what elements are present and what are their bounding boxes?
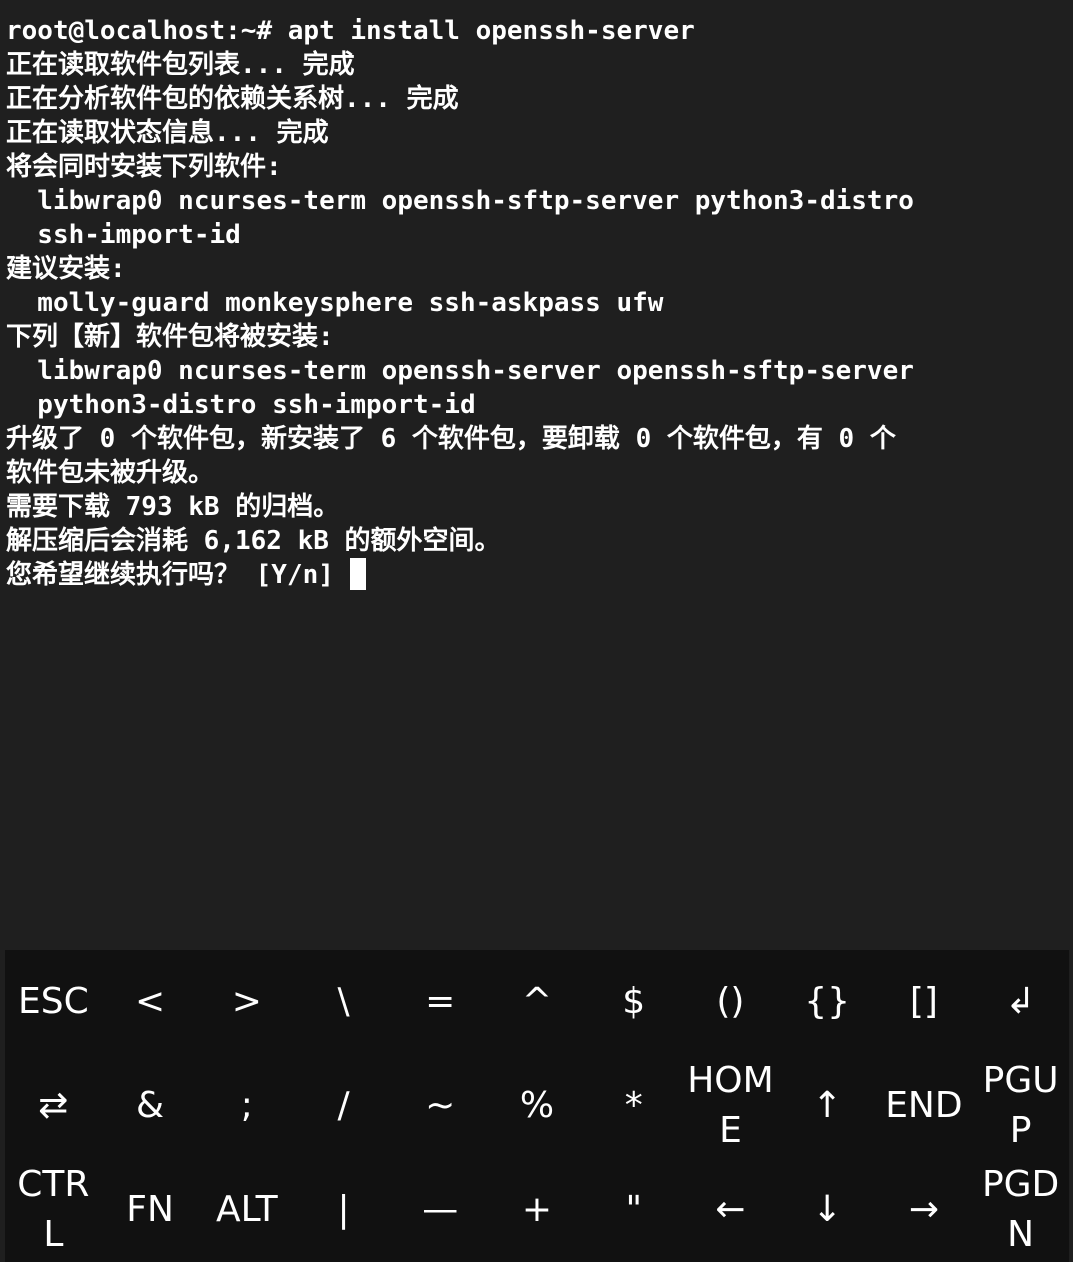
key-ampersand[interactable]: & [102,1054,199,1158]
key-ctrl[interactable]: CTRL [5,1158,102,1262]
key-ampersand-label: & [136,1085,165,1126]
terminal-line: 下列【新】软件包将被安装: [6,322,334,352]
key-asterisk[interactable]: * [585,1054,682,1158]
key-arrow-right[interactable]: → [876,1158,973,1262]
terminal-line: 将会同时安装下列软件: [6,152,282,182]
key-arrow-right-label: → [908,1189,939,1230]
terminal-line: 建议安装: [6,254,126,284]
key-equals[interactable]: = [392,950,489,1054]
key-alt-label: ALT [215,1189,278,1230]
key-semicolon-label: ; [240,1085,253,1126]
key-dollar[interactable]: $ [585,950,682,1054]
text-cursor [349,558,366,590]
key-esc[interactable]: ESC [5,950,102,1054]
key-plus-label: + [521,1189,553,1230]
extra-keys-keyboard: ESC < > \ = ^ $ () {} [] ↲ ⇄ &; / ~% * HOME ↑ END PGUP CTRL F… [5,950,1069,1262]
key-dash[interactable]: — [392,1158,489,1262]
terminal-line: 需要下载 793 kB 的归档。 [6,492,340,522]
key-parentheses-label: () [716,981,745,1022]
terminal-prompt: 您希望继续执行吗？ [Y/n] [6,560,350,590]
terminal-line: libwrap0 ncurses-term openssh-sftp-serve… [6,186,914,216]
key-percent[interactable]: % [489,1054,586,1158]
key-brackets[interactable]: [] [876,950,973,1054]
key-enter-label: ↲ [1005,981,1036,1022]
key-double-quote-label: " [625,1189,642,1230]
key-dollar-label: $ [622,981,646,1022]
key-ctrl-label: CTRL [17,1164,90,1255]
key-double-quote[interactable]: " [585,1158,682,1262]
terminal-output[interactable]: root@localhost:~# apt install openssh-se… [6,14,1066,592]
key-tab-label: ⇄ [38,1085,69,1126]
key-slash[interactable]: / [295,1054,392,1158]
key-dash-label: — [422,1189,459,1230]
terminal-line: root@localhost:~# apt install openssh-se… [6,16,695,46]
key-brackets-label: [] [909,981,938,1022]
key-end-label: END [885,1085,963,1126]
key-semicolon[interactable]: ; [198,1054,295,1158]
terminal-line: 正在读取状态信息... 完成 [6,118,329,148]
key-greater-than-label: > [231,981,262,1022]
key-pipe[interactable]: | [295,1158,392,1262]
key-pipe-label: | [337,1189,350,1230]
key-page-up-label: PGUP [982,1060,1059,1151]
key-tilde[interactable]: ~ [392,1054,489,1158]
key-tab[interactable]: ⇄ [5,1054,102,1158]
key-arrow-up-label: ↑ [812,1085,843,1126]
key-arrow-down-label: ↓ [812,1189,843,1230]
key-fn-label: FN [126,1189,174,1230]
key-page-up[interactable]: PGUP [972,1054,1069,1158]
key-braces[interactable]: {} [779,950,876,1054]
key-equals-label: = [425,981,456,1022]
terminal-line: molly-guard monkeysphere ssh-askpass ufw [6,288,664,318]
terminal-line: libwrap0 ncurses-term openssh-server ope… [6,356,914,386]
key-less-than[interactable]: < [102,950,199,1054]
key-fn[interactable]: FN [102,1158,199,1262]
terminal-line: 正在分析软件包的依赖关系树... 完成 [6,84,459,114]
key-esc-label: ESC [17,981,89,1022]
key-backslash[interactable]: \ [295,950,392,1054]
key-page-down-label: PGDN [981,1164,1060,1255]
terminal-prompt-line[interactable]: 您希望继续执行吗？ [Y/n] [6,558,1066,592]
terminal-line: 升级了 0 个软件包，新安装了 6 个软件包，要卸载 0 个软件包，有 0 个 [6,424,896,454]
key-home-label: HOME [687,1060,774,1151]
key-home[interactable]: HOME [682,1054,779,1158]
key-braces-label: {} [804,981,851,1022]
key-caret-label: ^ [521,981,553,1022]
key-page-down[interactable]: PGDN [972,1158,1069,1262]
key-slash-label: / [337,1085,350,1126]
key-less-than-label: < [135,981,166,1022]
key-tilde-label: ~ [425,1085,456,1126]
terminal-line: 正在读取软件包列表... 完成 [6,50,355,80]
terminal-line: python3-distro ssh-import-id [6,390,476,420]
terminal-line: ssh-import-id [6,220,241,250]
key-parentheses[interactable]: () [682,950,779,1054]
key-end[interactable]: END [876,1054,973,1158]
key-caret[interactable]: ^ [489,950,586,1054]
key-greater-than[interactable]: > [198,950,295,1054]
key-arrow-left[interactable]: ← [682,1158,779,1262]
key-alt[interactable]: ALT [198,1158,295,1262]
key-plus[interactable]: + [489,1158,586,1262]
terminal-line: 解压缩后会消耗 6,162 kB 的额外空间。 [6,526,501,556]
key-arrow-down[interactable]: ↓ [779,1158,876,1262]
key-arrow-up[interactable]: ↑ [779,1054,876,1158]
key-percent-label: % [519,1085,555,1126]
key-enter[interactable]: ↲ [972,950,1069,1054]
terminal-line: 软件包未被升级。 [6,458,215,488]
key-asterisk-label: * [624,1085,643,1126]
key-arrow-left-label: ← [715,1189,746,1230]
key-backslash-label: \ [337,981,350,1022]
